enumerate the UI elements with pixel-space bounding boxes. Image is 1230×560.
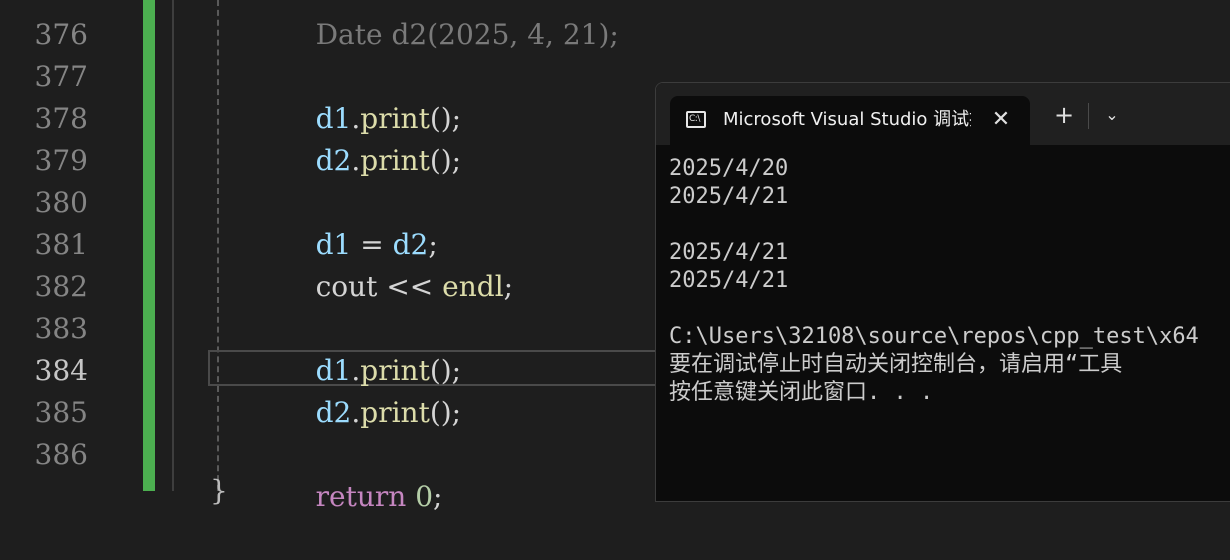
keyword-token: return xyxy=(315,480,407,513)
code-line-377[interactable]: d1.print(); xyxy=(280,56,462,135)
line-number: 382 xyxy=(34,270,88,303)
output-line: 2025/4/21 xyxy=(669,240,789,265)
line-number: 386 xyxy=(34,438,88,471)
variable-token: d2 xyxy=(315,144,352,177)
console-icon: C:\ xyxy=(686,111,706,128)
punctuation-token: ; xyxy=(433,480,443,513)
line-number: 385 xyxy=(34,396,88,429)
tab-divider xyxy=(1088,103,1089,129)
operator-token: << xyxy=(377,270,443,303)
output-line: 要在调试停止时自动关闭控制台，请启用“工具 xyxy=(669,352,1123,377)
punctuation-token: (); xyxy=(429,144,462,177)
output-line: 2025/4/21 xyxy=(669,268,789,293)
tab-title: Microsoft Visual Studio 调试控 xyxy=(723,109,971,130)
output-line: 2025/4/20 xyxy=(669,156,789,181)
punctuation-token: ; xyxy=(503,270,514,303)
line-number: 380 xyxy=(34,186,88,219)
code-line-partial[interactable]: Date d2(2025, 4, 21); xyxy=(280,0,619,51)
output-line: 按任意键关闭此窗口. . . xyxy=(669,380,934,405)
output-line: 2025/4/21 xyxy=(669,184,789,209)
console-icon-label: C:\ xyxy=(689,114,700,124)
type-token: Date xyxy=(315,18,383,51)
variable-token: d2 xyxy=(391,18,428,51)
line-number: 376 xyxy=(34,18,88,51)
function-token: print xyxy=(360,396,430,429)
change-indicator-bar xyxy=(143,0,155,491)
line-number-gutter: 376 377 378 379 380 381 382 383 384 385 … xyxy=(0,0,140,491)
chevron-down-icon[interactable]: ⌄ xyxy=(1098,101,1126,129)
line-number: 377 xyxy=(34,60,88,93)
closing-brace: } xyxy=(210,474,228,507)
code-line-380[interactable]: d1 = d2; xyxy=(280,182,438,261)
number-token: 0 xyxy=(415,480,434,513)
code-line-381[interactable]: cout << endl; xyxy=(280,224,513,303)
function-token: print xyxy=(360,144,430,177)
code-line-386[interactable]: return 0; xyxy=(280,434,443,513)
code-line-378[interactable]: d2.print(); xyxy=(280,98,462,177)
punctuation-token: (); xyxy=(429,396,462,429)
new-tab-button[interactable]: + xyxy=(1050,101,1078,129)
line-number: 379 xyxy=(34,144,88,177)
line-number: 378 xyxy=(34,102,88,135)
debug-console-window[interactable]: C:\ Microsoft Visual Studio 调试控 ✕ + ⌄ 20… xyxy=(655,82,1230,502)
object-token: cout xyxy=(315,270,378,303)
function-token: endl xyxy=(442,270,504,303)
variable-token: d2 xyxy=(315,396,352,429)
args-token: (2025, 4, 21); xyxy=(427,18,619,51)
output-line: C:\Users\32108\source\repos\cpp_test\x64 xyxy=(669,324,1199,349)
indent-guide xyxy=(217,0,219,491)
console-output[interactable]: 2025/4/20 2025/4/21 2025/4/21 2025/4/21 … xyxy=(669,155,1230,407)
line-number: 383 xyxy=(34,312,88,345)
code-line-383[interactable]: d1.print(); xyxy=(280,308,462,387)
line-number: 381 xyxy=(34,228,88,261)
fold-guide xyxy=(172,0,174,491)
line-number-active: 384 xyxy=(34,354,88,387)
code-line-384[interactable]: d2.print(); xyxy=(280,350,462,429)
terminal-tab[interactable]: C:\ Microsoft Visual Studio 调试控 ✕ xyxy=(670,96,1030,145)
close-icon[interactable]: ✕ xyxy=(988,107,1014,133)
terminal-tab-bar: C:\ Microsoft Visual Studio 调试控 ✕ + ⌄ xyxy=(656,83,1230,145)
